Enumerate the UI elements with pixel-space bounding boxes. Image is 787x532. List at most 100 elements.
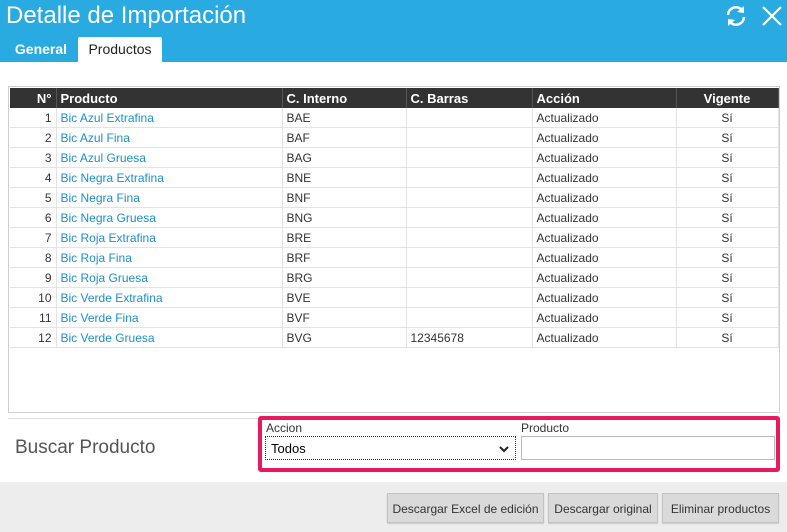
cell-producto-link[interactable]: Bic Verde Extrafina [56,287,283,308]
window-header: Detalle de Importación General Productos [0,0,787,62]
producto-label: Producto [521,421,570,435]
cell-vigente: Sí [676,327,779,348]
cell-accion: Actualizado [532,207,677,228]
producto-search-input[interactable] [521,436,775,460]
cell-codigo-barras [406,287,533,308]
col-header-producto[interactable]: Producto [56,88,283,108]
cell-codigo-barras [406,167,533,188]
cell-vigente: Sí [676,227,779,248]
cell-codigo-interno: BVF [282,307,407,328]
cell-numero: 11 [10,307,57,328]
cell-numero: 8 [10,247,57,268]
cell-accion: Actualizado [532,247,677,268]
window-title: Detalle de Importación [6,2,247,29]
cell-codigo-interno: BNG [282,207,407,228]
cell-producto-link[interactable]: Bic Negra Extrafina [56,167,283,188]
cell-codigo-interno: BAE [282,108,407,128]
col-header-numero[interactable]: N° [10,88,57,108]
refresh-icon[interactable] [724,4,748,28]
cell-producto-link[interactable]: Bic Roja Gruesa [56,267,283,288]
cell-codigo-interno: BAG [282,147,407,168]
download-excel-button[interactable]: Descargar Excel de edición [387,493,544,523]
col-header-codigo-barras[interactable]: C. Barras [406,88,533,108]
cell-codigo-barras [406,247,533,268]
chevron-down-icon [499,446,509,453]
products-grid: N° Producto C. Interno C. Barras Acción … [10,88,779,348]
cell-codigo-interno: BVG [282,327,407,348]
cell-accion: Actualizado [532,327,677,348]
close-icon[interactable] [760,4,784,28]
cell-accion: Actualizado [532,167,677,188]
cell-numero: 6 [10,207,57,228]
table-row[interactable]: 10 Bic Verde Extrafina BVE Actualizado Sí [10,287,779,308]
table-row[interactable]: 5 Bic Negra Fina BNF Actualizado Sí [10,187,779,208]
tab-productos[interactable]: Productos [78,37,162,62]
cell-producto-link[interactable]: Bic Azul Fina [56,127,283,148]
cell-producto-link[interactable]: Bic Azul Gruesa [56,147,283,168]
cell-numero: 5 [10,187,57,208]
table-row[interactable]: 9 Bic Roja Gruesa BRG Actualizado Sí [10,267,779,288]
cell-codigo-barras [406,187,533,208]
table-row[interactable]: 7 Bic Roja Extrafina BRE Actualizado Sí [10,227,779,248]
cell-codigo-interno: BNF [282,187,407,208]
cell-producto-link[interactable]: Bic Negra Gruesa [56,207,283,228]
divider [8,418,259,419]
table-body: 1 Bic Azul Extrafina BAE Actualizado Sí 2 Bic… [10,108,779,348]
cell-numero: 12 [10,327,57,348]
cell-codigo-interno: BAF [282,127,407,148]
delete-products-button[interactable]: Eliminar productos [662,493,779,523]
cell-codigo-interno: BVE [282,287,407,308]
cell-codigo-barras [406,267,533,288]
cell-producto-link[interactable]: Bic Azul Extrafina [56,108,283,128]
cell-vigente: Sí [676,167,779,188]
cell-vigente: Sí [676,267,779,288]
table-row[interactable]: 12 Bic Verde Gruesa BVG 12345678 Actualizado… [10,327,779,348]
cell-numero: 10 [10,287,57,308]
cell-numero: 7 [10,227,57,248]
cell-vigente: Sí [676,307,779,328]
cell-accion: Actualizado [532,127,677,148]
table-header-row: N° Producto C. Interno C. Barras Acción … [10,88,779,108]
cell-codigo-interno: BRG [282,267,407,288]
cell-vigente: Sí [676,108,779,128]
cell-codigo-interno: BRE [282,227,407,248]
table-row[interactable]: 6 Bic Negra Gruesa BNG Actualizado Sí [10,207,779,228]
accion-selected-value: Todos [271,441,306,456]
table-row[interactable]: 8 Bic Roja Fina BRF Actualizado Sí [10,247,779,268]
cell-vigente: Sí [676,247,779,268]
download-original-button[interactable]: Descargar original [548,493,658,523]
cell-accion: Actualizado [532,147,677,168]
products-table: N° Producto C. Interno C. Barras Acción … [8,86,780,413]
cell-vigente: Sí [676,187,779,208]
cell-vigente: Sí [676,147,779,168]
col-header-codigo-interno[interactable]: C. Interno [282,88,407,108]
cell-producto-link[interactable]: Bic Verde Gruesa [56,327,283,348]
col-header-vigente[interactable]: Vigente [676,88,779,108]
cell-codigo-barras [406,207,533,228]
accion-select[interactable]: Todos [265,436,516,460]
cell-codigo-barras [406,127,533,148]
col-header-accion[interactable]: Acción [532,88,677,108]
cell-accion: Actualizado [532,307,677,328]
table-row[interactable]: 1 Bic Azul Extrafina BAE Actualizado Sí [10,108,779,128]
cell-accion: Actualizado [532,287,677,308]
cell-vigente: Sí [676,287,779,308]
cell-codigo-barras [406,227,533,248]
table-row[interactable]: 2 Bic Azul Fina BAF Actualizado Sí [10,127,779,148]
cell-numero: 9 [10,267,57,288]
table-row[interactable]: 3 Bic Azul Gruesa BAG Actualizado Sí [10,147,779,168]
cell-numero: 3 [10,147,57,168]
table-row[interactable]: 11 Bic Verde Fina BVF Actualizado Sí [10,307,779,328]
search-title: Buscar Producto [15,437,156,458]
cell-producto-link[interactable]: Bic Negra Fina [56,187,283,208]
cell-codigo-barras [406,307,533,328]
cell-codigo-interno: BRF [282,247,407,268]
cell-producto-link[interactable]: Bic Roja Fina [56,247,283,268]
cell-producto-link[interactable]: Bic Roja Extrafina [56,227,283,248]
cell-codigo-barras [406,108,533,128]
cell-accion: Actualizado [532,108,677,128]
tab-general[interactable]: General [6,37,76,62]
cell-producto-link[interactable]: Bic Verde Fina [56,307,283,328]
table-row[interactable]: 4 Bic Negra Extrafina BNE Actualizado Sí [10,167,779,188]
cell-numero: 2 [10,127,57,148]
